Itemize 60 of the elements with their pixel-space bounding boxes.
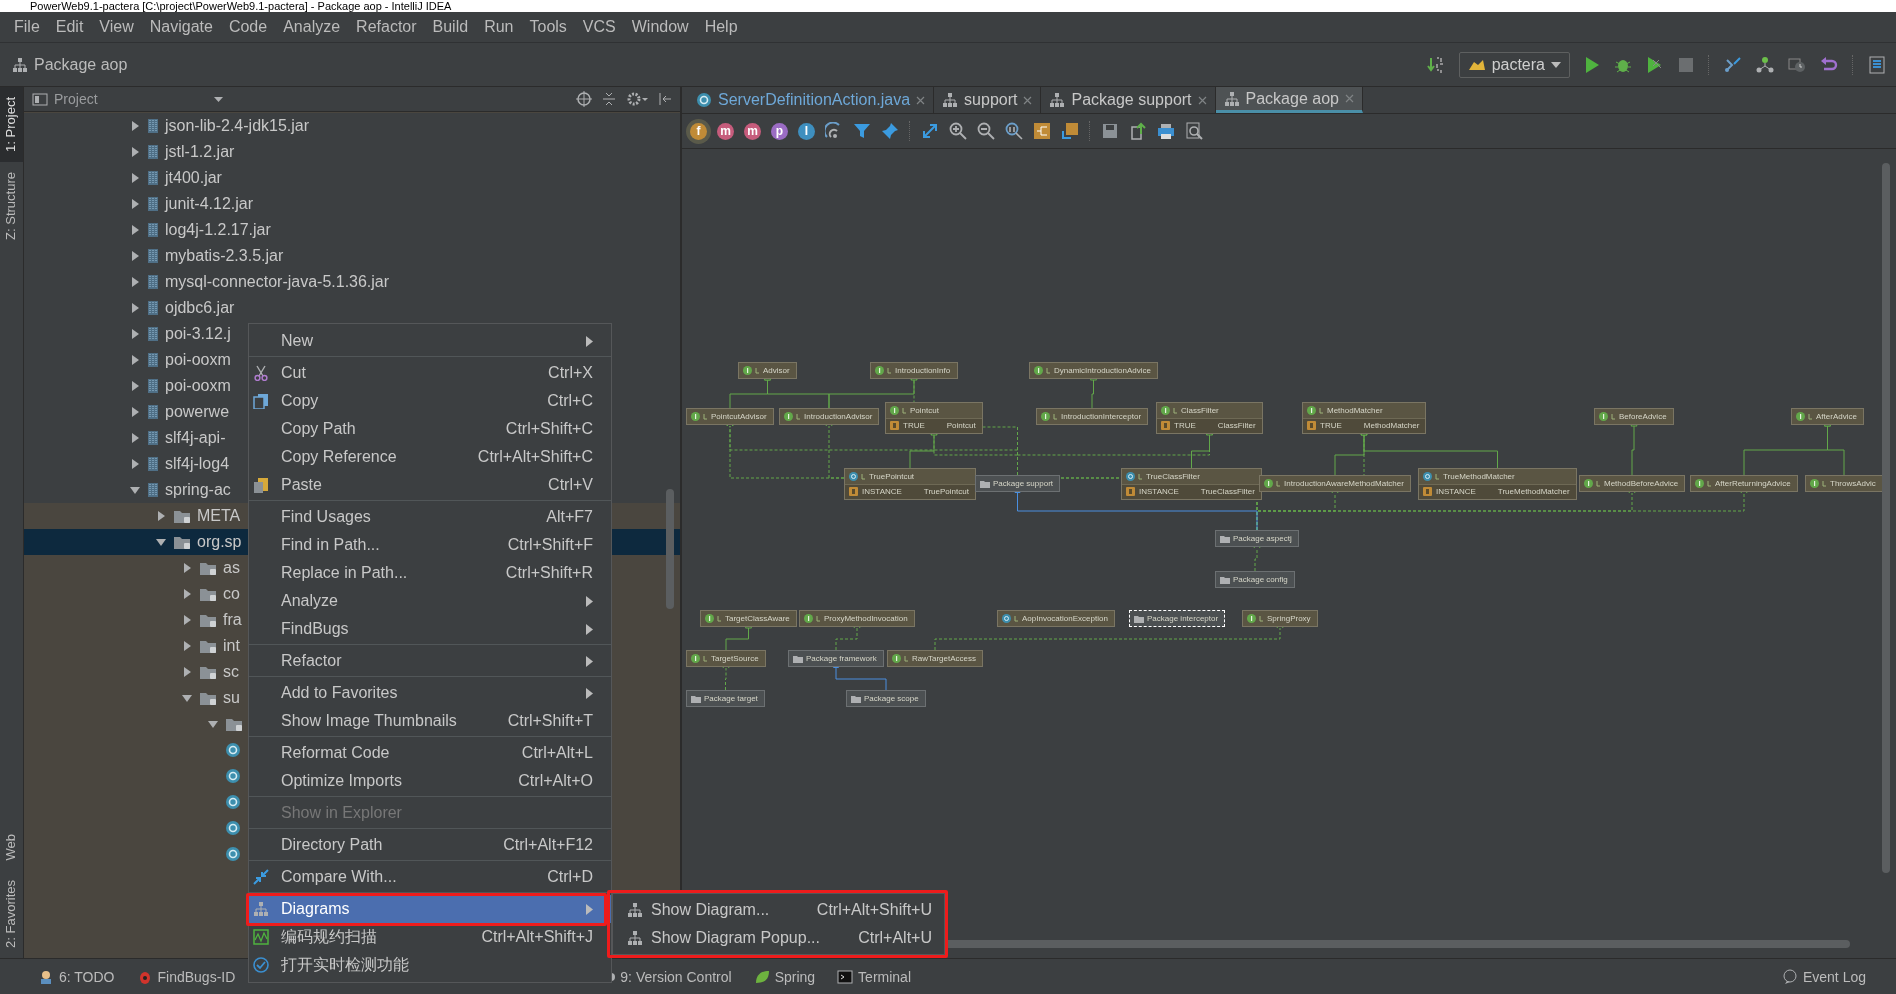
shortcut-text: Ctrl+Shift+R	[505, 564, 593, 582]
node-title: Package framework	[806, 654, 877, 663]
shortcut-text: Ctrl+D	[547, 868, 593, 886]
node-title: Package scope	[864, 694, 919, 703]
shortcut-text: Ctrl+Alt+L	[521, 744, 593, 762]
node-title: AfterAdvice	[1816, 412, 1857, 421]
node-title: IntroductionInterceptor	[1061, 412, 1142, 421]
field-name: INSTANCE	[1436, 487, 1476, 496]
node-title: AfterReturningAdvice	[1715, 479, 1791, 488]
node-title: TruePointcut	[869, 472, 915, 481]
node-title: Package interceptor	[1147, 614, 1219, 623]
node-title: Pointcut	[910, 406, 939, 415]
field-name: INSTANCE	[1139, 487, 1179, 496]
node-title: Package target	[704, 694, 758, 703]
node-title: ThrowsAdvic	[1830, 479, 1876, 488]
field-name: TRUE	[1174, 421, 1196, 430]
node-title: TrueClassFilter	[1146, 472, 1200, 481]
shortcut-text: Ctrl+Alt+F12	[503, 836, 593, 854]
shortcut-text: Ctrl+C	[547, 392, 593, 410]
shortcut-text: Ctrl+Alt+O	[518, 772, 593, 790]
node-title: ProxyMethodInvocation	[824, 614, 908, 623]
field-type: TrueClassFilter	[1199, 487, 1255, 496]
field-name: INSTANCE	[862, 487, 902, 496]
node-title: ClassFilter	[1181, 406, 1219, 415]
node-title: SpringProxy	[1267, 614, 1311, 623]
field-type: MethodMatcher	[1362, 421, 1420, 430]
field-type: Pointcut	[945, 421, 976, 430]
node-title: MethodBeforeAdvice	[1604, 479, 1679, 488]
window-title: PowerWeb9.1-pactera [C:\project\PowerWeb9.1-pactera] - Package aop - IntelliJ IDEA	[30, 0, 452, 12]
shortcut-text: Ctrl+Shift+T	[507, 712, 593, 730]
shortcut-text: Ctrl+Alt+Shift+J	[481, 928, 593, 946]
shortcut-text: Ctrl+Alt+Shift+C	[477, 448, 593, 466]
field-name: TRUE	[1320, 421, 1342, 430]
field-type: ClassFilter	[1216, 421, 1256, 430]
node-title: IntroductionAdvisor	[804, 412, 873, 421]
field-type: TruePointcut	[922, 487, 969, 496]
shortcut-text: Ctrl+Alt+U	[858, 929, 932, 947]
shortcut-text: Ctrl+Alt+Shift+U	[816, 901, 932, 919]
node-title: Advisor	[763, 366, 790, 375]
node-title: RawTargetAccess	[912, 654, 977, 663]
node-title: MethodMatcher	[1327, 406, 1383, 415]
shortcut-text: Ctrl+Shift+C	[505, 420, 593, 438]
node-title: TargetClassAware	[725, 614, 790, 623]
shortcut-text: Ctrl+Shift+F	[507, 536, 593, 554]
node-title: IntroductionAwareMethodMatcher	[1284, 479, 1404, 488]
shortcut-text: Ctrl+X	[548, 364, 593, 382]
field-type: TrueMethodMatcher	[1496, 487, 1570, 496]
node-title: BeforeAdvice	[1619, 412, 1667, 421]
shortcut-text: Ctrl+V	[548, 476, 593, 494]
node-title: AopInvocationException	[1022, 614, 1108, 623]
node-title: DynamicIntroductionAdvice	[1054, 366, 1151, 375]
field-name: TRUE	[903, 421, 925, 430]
node-title: Package support	[993, 479, 1054, 488]
node-title: Package config	[1233, 575, 1288, 584]
node-title: IntroductionInfo	[895, 366, 951, 375]
node-title: TargetSource	[711, 654, 759, 663]
node-title: PointcutAdvisor	[711, 412, 767, 421]
node-title: TrueMethodMatcher	[1443, 472, 1515, 481]
node-title: Package aspectj	[1233, 534, 1292, 543]
shortcut-text: Alt+F7	[546, 508, 593, 526]
